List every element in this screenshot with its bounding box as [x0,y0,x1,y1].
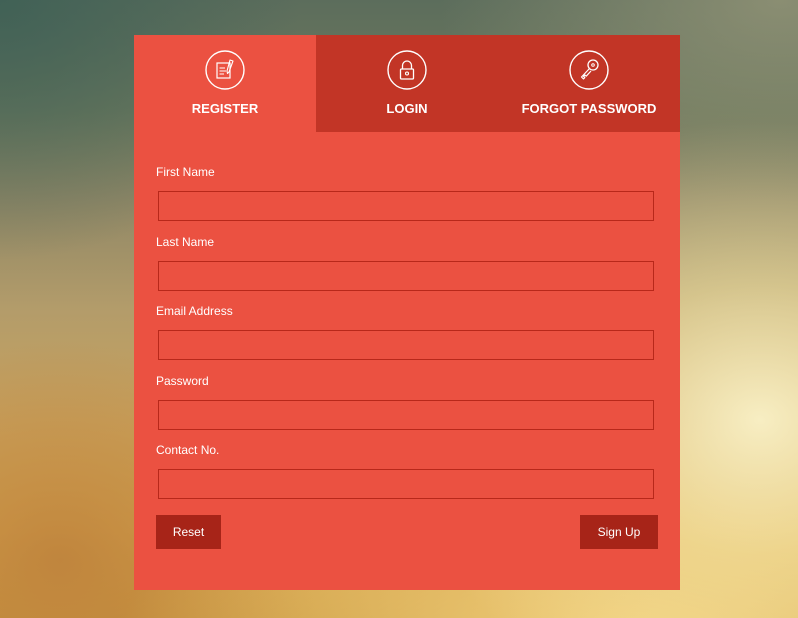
email-field[interactable] [158,330,654,360]
first-name-field[interactable] [158,191,654,221]
reset-button[interactable]: Reset [156,515,221,549]
contact-number-label: Contact No. [156,443,220,457]
tab-forgot-password-label: FORGOT PASSWORD [521,101,657,116]
email-address-label: Email Address [156,304,233,318]
last-name-field[interactable] [158,261,654,291]
tab-login[interactable]: LOGIN [316,35,498,132]
last-name-label: Last Name [156,235,215,249]
register-form: First Name Last Name Email Address Passw… [134,132,680,590]
first-name-label: First Name [156,165,215,179]
tab-register[interactable]: REGISTER [134,35,316,132]
tab-forgot-password[interactable]: FORGOT PASSWORD [498,35,680,132]
password-label: Password [156,374,209,388]
key-icon [569,50,609,90]
contact-number-field[interactable] [158,469,654,499]
tab-register-label: REGISTER [191,101,259,116]
tab-bar: REGISTER LOGIN FORGOT PASSWORD [134,35,680,132]
password-field[interactable] [158,400,654,430]
sign-up-button[interactable]: Sign Up [580,515,658,549]
padlock-icon [387,50,427,90]
auth-panel: REGISTER LOGIN FORGOT PASSWORD First Nam… [134,35,680,590]
tab-login-label: LOGIN [386,101,428,116]
register-form-icon [205,50,245,90]
